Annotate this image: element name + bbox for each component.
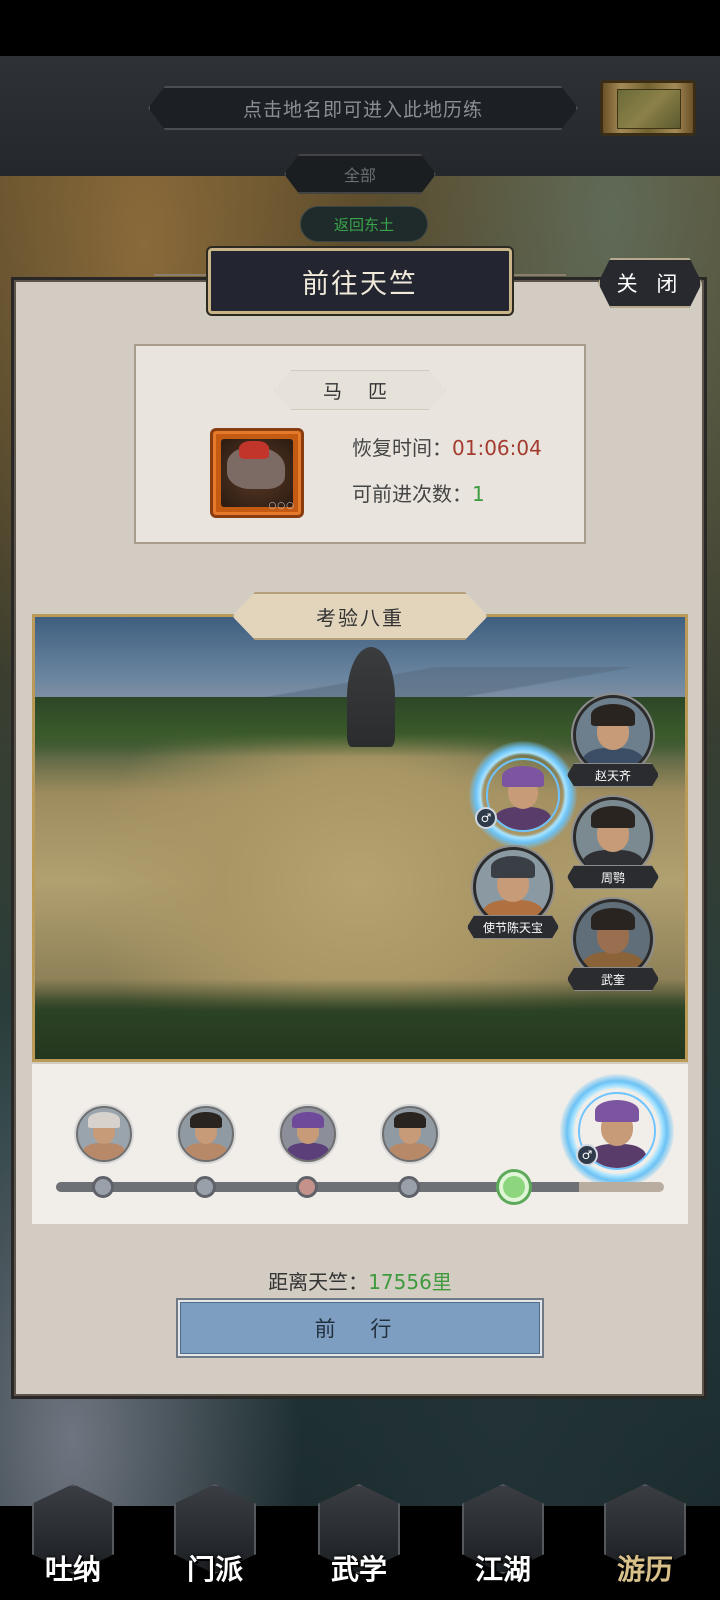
distance-label: 距离天竺：: [268, 1270, 369, 1294]
recover-time-label: 恢复时间：: [352, 436, 452, 460]
hero-portrait: [486, 758, 560, 832]
hero-avatar[interactable]: ♂: [469, 741, 577, 849]
saddle-shape: [239, 441, 269, 459]
gender-male-icon: ♂: [576, 1144, 598, 1166]
star-dots: ○○○: [268, 501, 295, 511]
distance-line: 距离天竺：17556里: [0, 1266, 720, 1295]
recover-time-line: 恢复时间：01:06:04: [352, 432, 542, 461]
stop-avatar[interactable]: [280, 1106, 336, 1162]
route-node[interactable]: [398, 1176, 420, 1198]
filter-all-button[interactable]: 全部: [284, 154, 436, 194]
bottom-nav: 吐纳 门派 武学 江湖 游历: [0, 1470, 720, 1600]
stop-avatar[interactable]: [382, 1106, 438, 1162]
nav-tab-label: 武学: [330, 1553, 387, 1586]
portrait-body: [287, 1143, 329, 1160]
nav-tab-tuna[interactable]: 吐纳: [8, 1470, 138, 1600]
portrait-body: [83, 1143, 125, 1160]
nav-tab-travel[interactable]: 游历: [580, 1470, 710, 1600]
portrait-hair: [590, 805, 636, 829]
horse-tag: 马 匹: [274, 370, 446, 410]
title-ornament-left: [154, 274, 212, 286]
route-track: [56, 1182, 664, 1192]
gender-male-icon: ♂: [475, 807, 497, 829]
trial-scene-frame: ♂ 赵天齐 周鹗 使节陈天宝 武奎: [32, 614, 688, 1062]
nav-tab-martial[interactable]: 武学: [294, 1470, 424, 1600]
portrait-hat: [502, 765, 544, 787]
recover-time-value: 01:06:04: [452, 436, 542, 460]
status-bar: [0, 0, 720, 56]
nav-tab-label: 门派: [186, 1553, 243, 1586]
portrait-hat: [594, 1100, 640, 1123]
portrait-hair: [590, 703, 636, 727]
route-node-current[interactable]: [499, 1172, 529, 1202]
portrait-hair: [590, 907, 636, 931]
route-node[interactable]: [194, 1176, 216, 1198]
close-button[interactable]: 关 闭: [598, 258, 702, 308]
trial-title: 考验八重: [232, 592, 488, 640]
portrait-body: [495, 807, 551, 830]
portrait-hat: [490, 855, 536, 879]
distance-value: 17556里: [368, 1270, 452, 1294]
return-east-button[interactable]: 返回东土: [300, 206, 428, 242]
title-ornament-right: [508, 274, 566, 286]
hint-banner: 点击地名即可进入此地历练: [148, 86, 578, 130]
npc-name-label: 周鹗: [567, 865, 659, 889]
stop-avatar[interactable]: [76, 1106, 132, 1162]
mount-elephant-icon[interactable]: ○○○: [210, 428, 304, 518]
remaining-moves-line: 可前进次数：1: [352, 478, 485, 507]
nav-tab-label: 吐纳: [44, 1553, 101, 1586]
remaining-moves-value: 1: [472, 482, 485, 506]
nav-tab-label: 游历: [616, 1553, 673, 1586]
npc-name-label: 武奎: [567, 967, 659, 991]
player-position-avatar[interactable]: ♂: [560, 1074, 674, 1188]
nav-tab-sect[interactable]: 门派: [150, 1470, 280, 1600]
portrait-body: [185, 1143, 227, 1160]
route-node[interactable]: [296, 1176, 318, 1198]
route-node[interactable]: [92, 1176, 114, 1198]
scene-foreground-grass: [35, 979, 685, 1059]
panel-title: 前往天竺: [208, 248, 512, 314]
nav-tab-label: 江湖: [474, 1553, 531, 1586]
portrait-hair: [88, 1112, 120, 1128]
nav-tab-jianghu[interactable]: 江湖: [438, 1470, 568, 1600]
portrait-body: [389, 1143, 431, 1160]
portrait-hat: [292, 1112, 324, 1128]
stone-pagoda: [347, 647, 395, 747]
portrait-hair: [394, 1112, 426, 1128]
npc-name-label: 使节陈天宝: [467, 915, 559, 939]
stop-avatar[interactable]: [178, 1106, 234, 1162]
map-scroll-button[interactable]: [600, 80, 696, 136]
npc-name-label: 赵天齐: [567, 763, 659, 787]
go-forward-button[interactable]: 前 行: [178, 1300, 542, 1356]
remaining-moves-label: 可前进次数：: [352, 482, 472, 506]
portrait-hair: [190, 1112, 222, 1128]
